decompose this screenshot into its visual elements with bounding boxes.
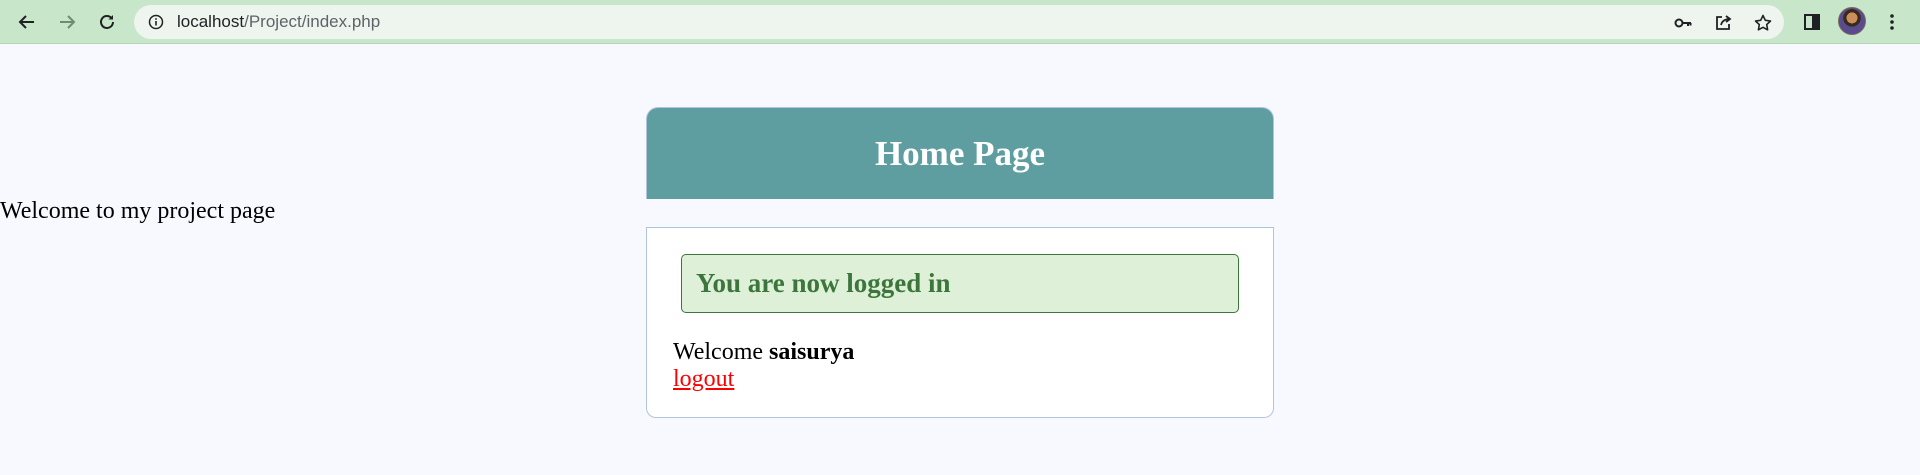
- url-host: localhost: [177, 12, 245, 31]
- side-panel-button[interactable]: [1796, 6, 1828, 38]
- url-path: /Project/index.php: [244, 12, 381, 31]
- welcome-text: Welcome to my project page: [0, 198, 276, 224]
- key-icon[interactable]: [1672, 12, 1694, 34]
- reload-button[interactable]: [91, 6, 123, 38]
- url-text[interactable]: localhost/Project/index.php: [177, 13, 380, 31]
- content-panel: You are now logged in Welcome saisurya l…: [646, 227, 1274, 418]
- back-button[interactable]: [11, 6, 43, 38]
- user-greeting: Welcome saisurya: [673, 338, 854, 366]
- success-alert: You are now logged in: [681, 254, 1239, 313]
- back-arrow-icon: [18, 15, 34, 29]
- success-message: You are now logged in: [696, 268, 951, 298]
- menu-button[interactable]: [1876, 6, 1908, 38]
- username: saisurya: [769, 339, 855, 365]
- logout-link[interactable]: logout: [673, 365, 734, 393]
- info-icon[interactable]: [148, 14, 164, 30]
- reload-icon: [100, 15, 114, 29]
- page-title: Home Page: [874, 133, 1046, 173]
- browser-toolbar: localhost/Project/index.php: [0, 0, 1920, 44]
- avatar[interactable]: [1838, 7, 1866, 35]
- forward-button[interactable]: [51, 6, 83, 38]
- address-bar[interactable]: localhost/Project/index.php: [134, 5, 1784, 39]
- star-icon[interactable]: [1752, 12, 1774, 34]
- kebab-menu-icon: [1890, 14, 1894, 30]
- greeting-prefix: Welcome: [673, 339, 764, 365]
- forward-arrow-icon: [60, 15, 76, 29]
- page-header: Home Page: [646, 107, 1274, 199]
- side-panel-icon: [1804, 14, 1820, 30]
- share-icon[interactable]: [1712, 12, 1734, 34]
